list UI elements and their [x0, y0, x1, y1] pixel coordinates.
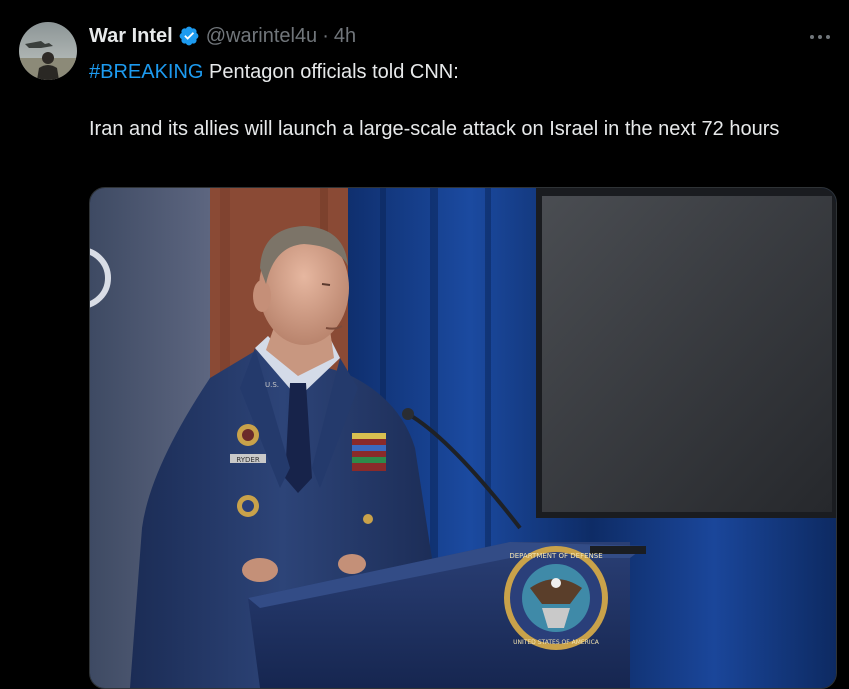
seal-text-top: DEPARTMENT OF DEFENSE	[509, 552, 602, 560]
avatar-image	[19, 22, 77, 80]
pentagon-briefing-photo: RYDER U.S. DEPARTMENT OF DEFENSE UNITED …	[90, 188, 836, 688]
verified-badge-icon[interactable]	[178, 25, 200, 47]
tweet[interactable]: War Intel @warintel4u · 4h #BREAKING Pen…	[0, 0, 849, 689]
tweet-body: Iran and its allies will launch a large-…	[89, 118, 780, 140]
department-of-defense-seal: DEPARTMENT OF DEFENSE UNITED STATES OF A…	[504, 546, 608, 650]
name-tag-text: RYDER	[236, 456, 260, 464]
author-avatar[interactable]	[19, 22, 77, 80]
headline-text: Pentagon officials told CNN:	[203, 61, 459, 83]
separator-dot: ·	[322, 24, 329, 47]
timestamp[interactable]: 4h	[334, 25, 356, 48]
seal-text-bottom: UNITED STATES OF AMERICA	[513, 639, 600, 646]
tweet-headline: #BREAKING Pentagon officials told CNN:	[89, 58, 809, 87]
author-display-name[interactable]: War Intel	[89, 25, 173, 48]
hashtag-link[interactable]: #BREAKING	[89, 61, 203, 83]
tweet-text: #BREAKING Pentagon officials told CNN: I…	[89, 58, 809, 144]
tweet-photo[interactable]: RYDER U.S. DEPARTMENT OF DEFENSE UNITED …	[89, 187, 837, 689]
more-horizontal-icon	[810, 35, 830, 39]
collar-badge-text: U.S.	[265, 381, 279, 389]
tweet-header: War Intel @warintel4u · 4h	[89, 22, 356, 50]
author-handle[interactable]: @warintel4u	[206, 25, 317, 48]
more-options-button[interactable]	[804, 24, 836, 50]
